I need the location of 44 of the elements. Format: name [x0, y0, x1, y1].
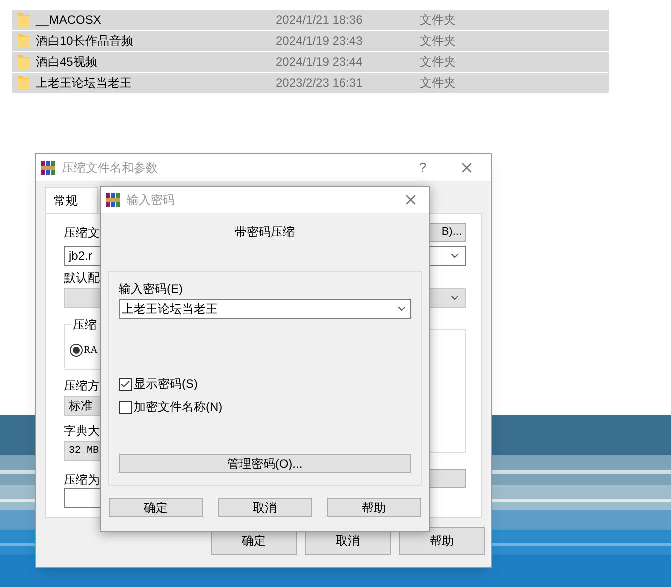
file-date: 2024/1/19 23:43	[276, 33, 364, 50]
folder-icon	[17, 12, 31, 28]
checkbox-label: 加密文件名称(N)	[134, 399, 223, 416]
file-row[interactable]: __MACOSX 2024/1/21 18:36 文件夹	[12, 10, 609, 30]
folder-icon	[17, 75, 31, 91]
file-name: 酒白10长作品音频	[36, 33, 134, 50]
file-name: 酒白45视频	[36, 54, 98, 71]
field-label: 默认配	[64, 270, 100, 286]
file-date: 2024/1/19 23:44	[276, 54, 364, 71]
file-type: 文件夹	[420, 54, 456, 71]
file-row[interactable]: 酒白10长作品音频 2024/1/19 23:43 文件夹	[12, 31, 609, 51]
radio-label: RA	[84, 344, 98, 358]
file-row[interactable]: 上老王论坛当老王 2023/2/23 16:31 文件夹	[12, 73, 609, 93]
archive-icon	[40, 160, 56, 176]
file-type: 文件夹	[420, 75, 456, 92]
field-label: 压缩文	[64, 225, 100, 242]
window-title: 压缩文件名和参数	[62, 160, 159, 176]
help-button[interactable]: ?	[405, 158, 441, 178]
tab[interactable]: 常规	[45, 187, 98, 213]
dialog-heading: 带密码压缩	[234, 224, 296, 241]
field-label: 输入密码(E)	[119, 281, 184, 298]
file-name: 上老王论坛当老王	[36, 75, 132, 92]
file-date: 2023/2/23 16:31	[276, 75, 364, 92]
folder-icon	[17, 33, 31, 49]
field-label: 字典大	[64, 423, 100, 439]
dialog-button[interactable]: 帮助	[327, 498, 421, 517]
manage-passwords-button[interactable]: 管理密码(O)...	[119, 454, 411, 473]
archive-icon	[105, 192, 121, 208]
checkbox-label: 显示密码(S)	[134, 376, 198, 393]
file-row[interactable]: 酒白45视频 2024/1/19 23:44 文件夹	[12, 52, 609, 72]
file-date: 2024/1/21 18:36	[276, 12, 364, 29]
password-field[interactable]: 上老王论坛当老王	[119, 299, 411, 319]
checkbox[interactable]	[119, 400, 132, 414]
file-type: 文件夹	[420, 12, 456, 29]
dialog-button[interactable]: 确定	[109, 498, 203, 517]
dialog-button[interactable]: 取消	[218, 498, 312, 517]
file-name: __MACOSX	[36, 12, 102, 29]
field-label: 压缩方	[64, 378, 100, 394]
file-type: 文件夹	[420, 33, 456, 50]
checkbox[interactable]	[119, 378, 132, 390]
folder-icon	[17, 54, 31, 70]
radio-button[interactable]	[70, 344, 83, 357]
field-label: 压缩为	[64, 472, 100, 488]
window-title: 输入密码	[127, 192, 176, 209]
